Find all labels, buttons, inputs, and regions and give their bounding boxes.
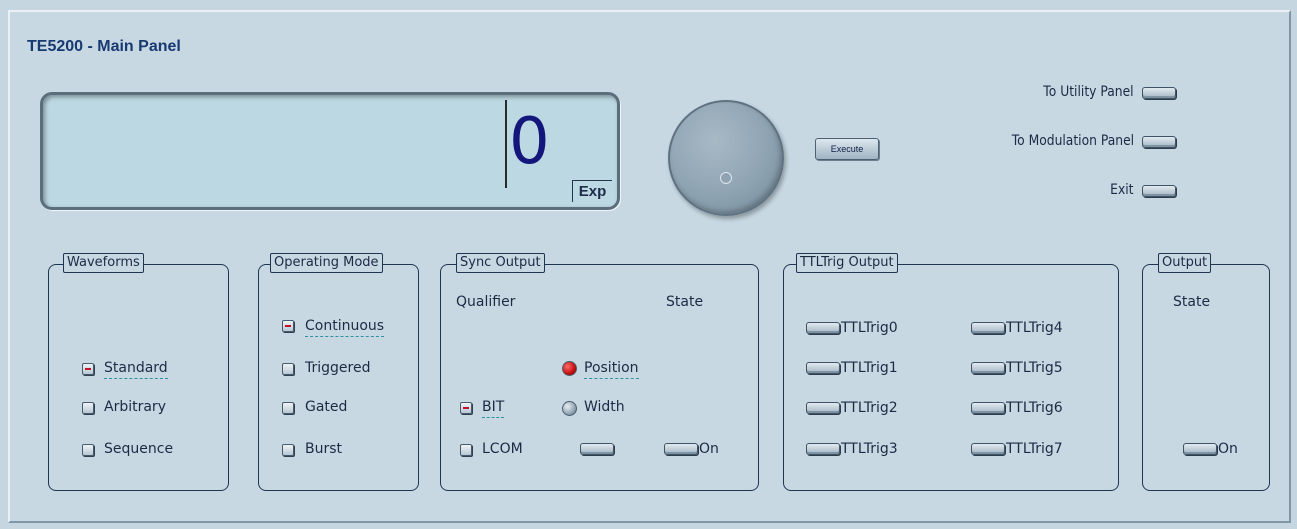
exit-button[interactable] — [1142, 185, 1176, 197]
position-radio[interactable] — [562, 361, 577, 376]
sync-output-title: Sync Output — [456, 253, 545, 273]
to-utility-panel-button[interactable] — [1142, 87, 1176, 99]
burst-label: Burst — [305, 441, 343, 457]
ttltrig6-label: TTLTrig6 — [1006, 400, 1063, 416]
output-state-button[interactable] — [1183, 443, 1217, 455]
lcom-toggle-button[interactable] — [580, 443, 614, 455]
standard-label: Standard — [104, 359, 168, 379]
operating-mode-title: Operating Mode — [270, 253, 383, 273]
rotary-knob[interactable] — [668, 100, 784, 216]
ttltrig4-label: TTLTrig4 — [1006, 320, 1063, 336]
lcom-label: LCOM — [482, 441, 523, 457]
page-title: TE5200 - Main Panel — [27, 38, 181, 55]
ttltrig-output-group — [783, 264, 1119, 491]
ttltrig0-button[interactable] — [806, 322, 840, 334]
ttltrig7-label: TTLTrig7 — [1006, 441, 1063, 457]
text-cursor — [505, 100, 507, 188]
ttltrig7-button[interactable] — [971, 443, 1005, 455]
burst-checkbox[interactable] — [282, 444, 294, 456]
ttltrig4-button[interactable] — [971, 322, 1005, 334]
arbitrary-label: Arbitrary — [104, 399, 166, 415]
ttltrig0-label: TTLTrig0 — [841, 320, 898, 336]
waveforms-title: Waveforms — [63, 253, 144, 273]
sync-state-on-label: On — [699, 441, 719, 457]
ttltrig-output-title: TTLTrig Output — [796, 253, 898, 273]
ttltrig3-label: TTLTrig3 — [841, 441, 898, 457]
triggered-label: Triggered — [305, 360, 371, 376]
lcom-checkbox[interactable] — [460, 444, 472, 456]
to-modulation-panel-label: To Modulation Panel — [1011, 133, 1134, 149]
output-title: Output — [1158, 253, 1212, 273]
knob-indicator-icon — [720, 172, 732, 184]
sync-state-button[interactable] — [664, 443, 698, 455]
continuous-label: Continuous — [305, 317, 385, 337]
gated-checkbox[interactable] — [282, 402, 294, 414]
triggered-checkbox[interactable] — [282, 363, 294, 375]
qualifier-header: Qualifier — [456, 294, 516, 310]
bit-checkbox[interactable] — [460, 402, 472, 414]
output-state-on-label: On — [1218, 441, 1238, 457]
ttltrig6-button[interactable] — [971, 402, 1005, 414]
exp-button[interactable]: Exp — [572, 180, 612, 202]
arbitrary-checkbox[interactable] — [82, 402, 94, 414]
width-radio[interactable] — [562, 401, 577, 416]
sequence-checkbox[interactable] — [82, 444, 94, 456]
continuous-checkbox[interactable] — [282, 320, 294, 332]
ttltrig2-label: TTLTrig2 — [841, 400, 898, 416]
output-state-header: State — [1173, 294, 1211, 310]
ttltrig1-label: TTLTrig1 — [841, 360, 898, 376]
exit-label: Exit — [1110, 182, 1134, 198]
gated-label: Gated — [305, 399, 348, 415]
display-value[interactable]: 0 — [509, 108, 550, 176]
to-modulation-panel-button[interactable] — [1142, 136, 1176, 148]
bit-label: BIT — [482, 398, 505, 418]
ttltrig3-button[interactable] — [806, 443, 840, 455]
ttltrig2-button[interactable] — [806, 402, 840, 414]
to-utility-panel-label: To Utility Panel — [1043, 84, 1134, 100]
standard-checkbox[interactable] — [82, 363, 94, 375]
position-label: Position — [584, 359, 639, 379]
ttltrig5-button[interactable] — [971, 362, 1005, 374]
execute-button[interactable]: Execute — [815, 138, 879, 160]
sync-state-header: State — [666, 294, 704, 310]
sequence-label: Sequence — [104, 441, 174, 457]
ttltrig1-button[interactable] — [806, 362, 840, 374]
width-label: Width — [584, 399, 625, 415]
ttltrig5-label: TTLTrig5 — [1006, 360, 1063, 376]
